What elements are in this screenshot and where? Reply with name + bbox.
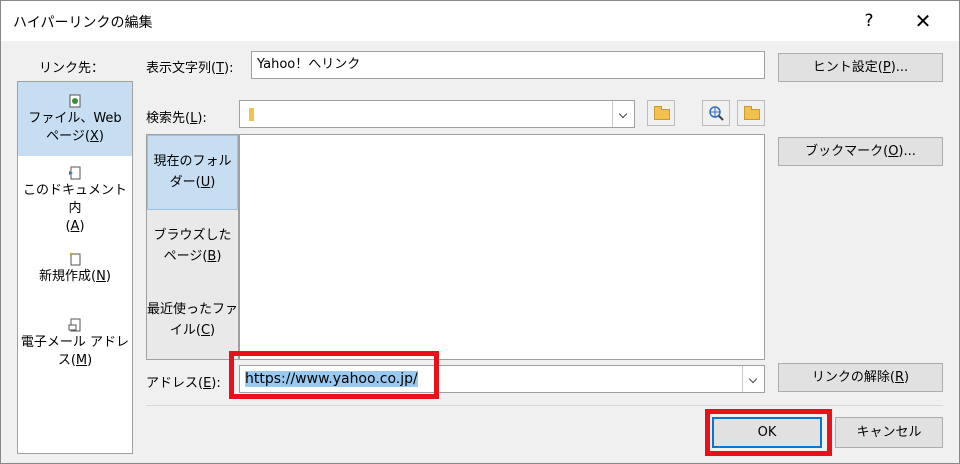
recent-files-tab[interactable]: 最近使ったファ イル(C) [147,299,238,349]
address-label: アドレス(E): [146,376,221,391]
link-to-label: リンク先： [39,61,105,76]
folder-up-icon [654,106,670,120]
link-item-label: ファイル、Web [28,111,122,126]
dialog-title: ハイパーリンクの編集 [13,15,153,31]
help-button[interactable]: ? [849,7,889,35]
browsed-pages-tab[interactable]: ブラウズした ページ(B) [147,225,238,275]
ok-highlight [705,409,832,456]
document-place-icon [69,166,81,180]
folder-icon [249,108,254,121]
browse-web-button[interactable] [702,100,730,126]
link-item-label: 新規作成( [39,269,97,284]
link-item-label: 電子メール アドレ [20,335,130,350]
look-in-combo[interactable] [239,100,635,128]
cancel-button[interactable]: キャンセル [835,417,943,448]
up-one-folder-button[interactable] [647,100,675,126]
close-button[interactable]: ✕ [903,7,943,35]
display-text-input[interactable]: Yahoo！へリンク [251,51,765,79]
globe-search-icon [709,106,724,121]
divider [146,405,943,406]
address-highlight [229,351,439,399]
web-page-icon [69,94,81,108]
file-list[interactable] [239,134,765,360]
current-folder-tab[interactable]: 現在のフォル ダー(U) [147,135,238,210]
link-to-email-address[interactable]: 電子メール アドレ ス(M) [18,318,132,378]
edit-hyperlink-dialog: ハイパーリンクの編集 ? ✕ リンク先： ファイル、Web ページ(X) このド… [0,0,960,464]
chevron-down-icon[interactable] [612,101,634,127]
remove-link-button[interactable]: リンクの解除(R) [778,363,943,392]
new-document-icon [69,252,81,266]
look-in-categories: 現在のフォル ダー(U) ブラウズした ページ(B) 最近使ったファ イル(C) [146,134,239,360]
email-icon [68,318,81,332]
link-to-panel: ファイル、Web ページ(X) このドキュメント内 (A) 新規作成(N) 電子… [17,81,133,454]
screentip-button[interactable]: ヒント設定(P)... [778,53,943,82]
chevron-down-icon[interactable] [742,366,764,392]
folder-open-icon [744,106,760,120]
link-to-existing-file-web-page[interactable]: ファイル、Web ページ(X) [18,82,132,156]
bookmark-button[interactable]: ブックマーク(O)... [778,137,943,166]
title-bar: ハイパーリンクの編集 ? ✕ [1,1,959,41]
display-text-label: 表示文字列(T): [146,61,234,76]
look-in-label: 検索先(L): [146,111,207,126]
link-item-label: このドキュメント内 [22,183,127,216]
link-to-place-in-document[interactable]: このドキュメント内 (A) [18,166,132,238]
browse-file-button[interactable] [737,100,765,126]
link-to-create-new-document[interactable]: 新規作成(N) [18,252,132,306]
